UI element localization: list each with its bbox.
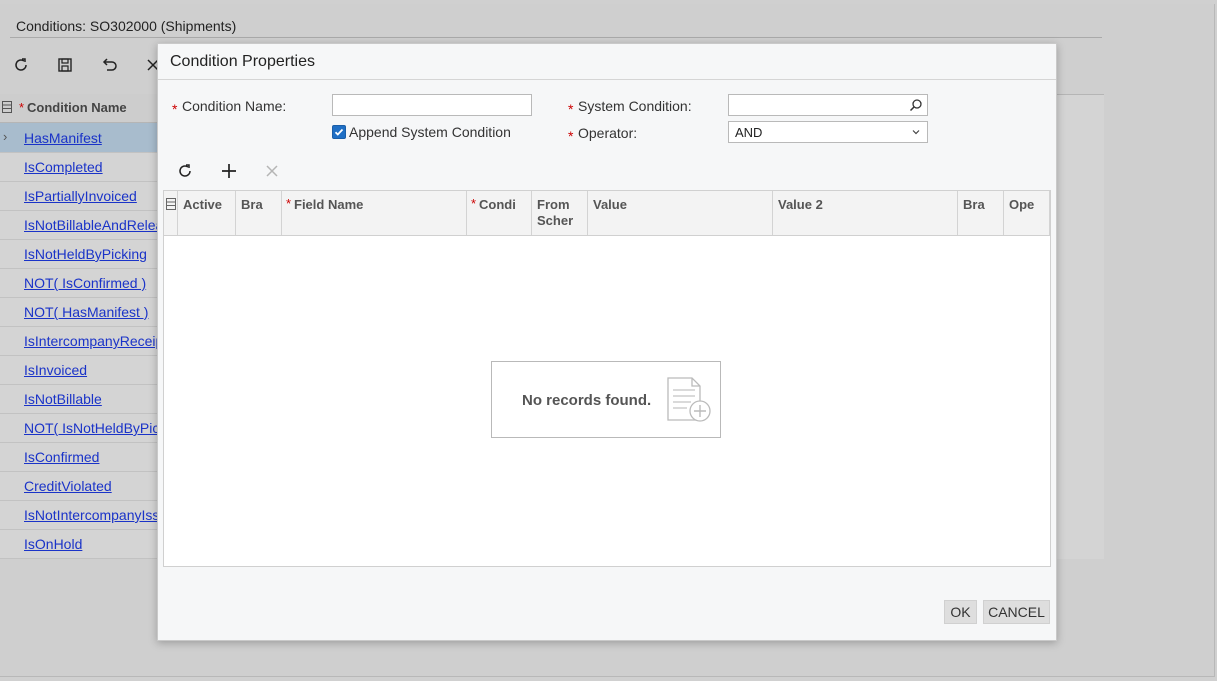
title-divider: [10, 37, 1102, 38]
col-condition[interactable]: * Condi: [467, 191, 532, 235]
condition-name-field[interactable]: [332, 94, 532, 116]
column-config-icon[interactable]: [166, 198, 176, 210]
grid-refresh-icon[interactable]: [174, 160, 196, 182]
condition-link[interactable]: IsNotBillable: [24, 391, 102, 407]
condition-link[interactable]: IsOnHold: [24, 536, 82, 552]
condition-row[interactable]: NOT( HasManifest ): [0, 297, 158, 327]
condition-name-header[interactable]: Condition Name: [27, 100, 127, 115]
col-bracket-close[interactable]: Bra: [958, 191, 1004, 235]
system-condition-field[interactable]: [728, 94, 928, 116]
condition-link[interactable]: IsNotIntercompanyIssu: [24, 507, 167, 523]
append-system-condition-label[interactable]: Append System Condition: [349, 124, 511, 140]
required-marker: *: [286, 196, 292, 211]
dialog-title: Condition Properties: [170, 53, 315, 70]
col-value-2[interactable]: Value 2: [773, 191, 958, 235]
required-marker: *: [471, 196, 477, 211]
condition-row[interactable]: IsNotBillableAndReleas: [0, 210, 170, 240]
col-field-name[interactable]: * Field Name: [282, 191, 467, 235]
page-title: Conditions: SO302000 (Shipments): [16, 18, 237, 34]
required-marker: *: [172, 101, 178, 117]
col-from-schema-label: From Scher: [537, 197, 574, 228]
condition-link[interactable]: CreditViolated: [24, 478, 112, 494]
condition-row[interactable]: IsPartiallyInvoiced: [0, 181, 158, 211]
detail-grid-header: Active Bra * Field Name * Condi From Scher…: [164, 191, 1050, 236]
operator-select[interactable]: AND: [728, 121, 928, 143]
condition-link[interactable]: NOT( IsConfirmed ): [24, 275, 146, 291]
col-active-label: Active: [183, 197, 223, 212]
condition-row[interactable]: IsInvoiced: [0, 355, 158, 385]
col-operator[interactable]: Ope: [1004, 191, 1050, 235]
system-condition-label: System Condition:: [578, 98, 692, 114]
col-bracket-open-label: Bra: [241, 197, 263, 212]
column-config-icon[interactable]: [2, 101, 12, 113]
col-bracket-open[interactable]: Bra: [236, 191, 282, 235]
append-system-condition-checkbox[interactable]: [332, 125, 346, 139]
no-records-message: No records found.: [522, 392, 652, 409]
checkmark-icon: [334, 128, 344, 136]
condition-row[interactable]: IsIntercompanyReceipt: [0, 326, 167, 356]
add-row-icon[interactable]: [218, 160, 240, 182]
condition-link[interactable]: NOT( IsNotHeldByPick: [24, 420, 166, 436]
cancel-button[interactable]: CANCEL: [983, 600, 1050, 624]
condition-row[interactable]: IsOnHold: [0, 529, 158, 559]
condition-link[interactable]: IsNotBillableAndReleas: [24, 217, 170, 233]
condition-row[interactable]: IsNotBillable: [0, 384, 158, 414]
row-selector-icon: ›: [3, 129, 8, 144]
condition-row[interactable]: IsConfirmed: [0, 442, 158, 472]
conditions-detail-grid: Active Bra * Field Name * Condi From Scher…: [163, 190, 1051, 567]
col-field-name-label: Field Name: [294, 197, 364, 212]
condition-link[interactable]: NOT( HasManifest ): [24, 304, 148, 320]
condition-row[interactable]: IsCompleted: [0, 152, 158, 182]
search-icon[interactable]: [909, 98, 923, 112]
refresh-icon[interactable]: [10, 54, 32, 76]
col-bracket-close-label: Bra: [963, 197, 985, 212]
conditions-grid-header: * Condition Name: [0, 94, 158, 123]
condition-link[interactable]: IsCompleted: [24, 159, 103, 175]
condition-row[interactable]: NOT( IsConfirmed ): [0, 268, 158, 298]
col-operator-label: Ope: [1009, 197, 1035, 212]
dialog-header: Condition Properties: [158, 44, 1056, 80]
condition-link[interactable]: IsInvoiced: [24, 362, 87, 378]
condition-link[interactable]: IsNotHeldByPicking: [24, 246, 147, 262]
chevron-down-icon: [912, 130, 920, 135]
condition-name-label: Condition Name:: [182, 98, 287, 114]
condition-link[interactable]: IsConfirmed: [24, 449, 99, 465]
condition-link[interactable]: IsPartiallyInvoiced: [24, 188, 137, 204]
col-condition-label: Condi: [479, 197, 516, 212]
col-from-schema[interactable]: From Scher: [532, 191, 588, 235]
add-document-icon[interactable]: [664, 376, 716, 428]
operator-value: AND: [735, 125, 763, 140]
required-marker: *: [568, 128, 574, 144]
operator-label: Operator:: [578, 125, 638, 141]
col-value-2-label: Value 2: [778, 197, 823, 212]
condition-row[interactable]: CreditViolated: [0, 471, 158, 501]
no-records-placeholder[interactable]: No records found.: [491, 361, 721, 438]
column-config-cell[interactable]: [164, 191, 178, 235]
col-value[interactable]: Value: [588, 191, 773, 235]
col-active[interactable]: Active: [178, 191, 236, 235]
delete-row-icon: [261, 160, 283, 182]
save-icon[interactable]: [54, 54, 76, 76]
condition-properties-dialog: Condition Properties * Condition Name: A…: [157, 43, 1057, 641]
condition-row[interactable]: NOT( IsNotHeldByPick: [0, 413, 166, 443]
condition-link[interactable]: IsIntercompanyReceipt: [24, 333, 167, 349]
condition-link[interactable]: HasManifest: [24, 130, 102, 146]
undo-icon[interactable]: [98, 54, 120, 76]
col-value-label: Value: [593, 197, 627, 212]
required-marker: *: [568, 101, 574, 117]
condition-row[interactable]: › HasManifest: [0, 123, 158, 153]
background-grid-right: [1056, 94, 1104, 559]
condition-row[interactable]: IsNotHeldByPicking: [0, 239, 158, 269]
condition-row[interactable]: IsNotIntercompanyIssu: [0, 500, 167, 530]
required-marker: *: [19, 100, 25, 115]
ok-button[interactable]: OK: [944, 600, 977, 624]
